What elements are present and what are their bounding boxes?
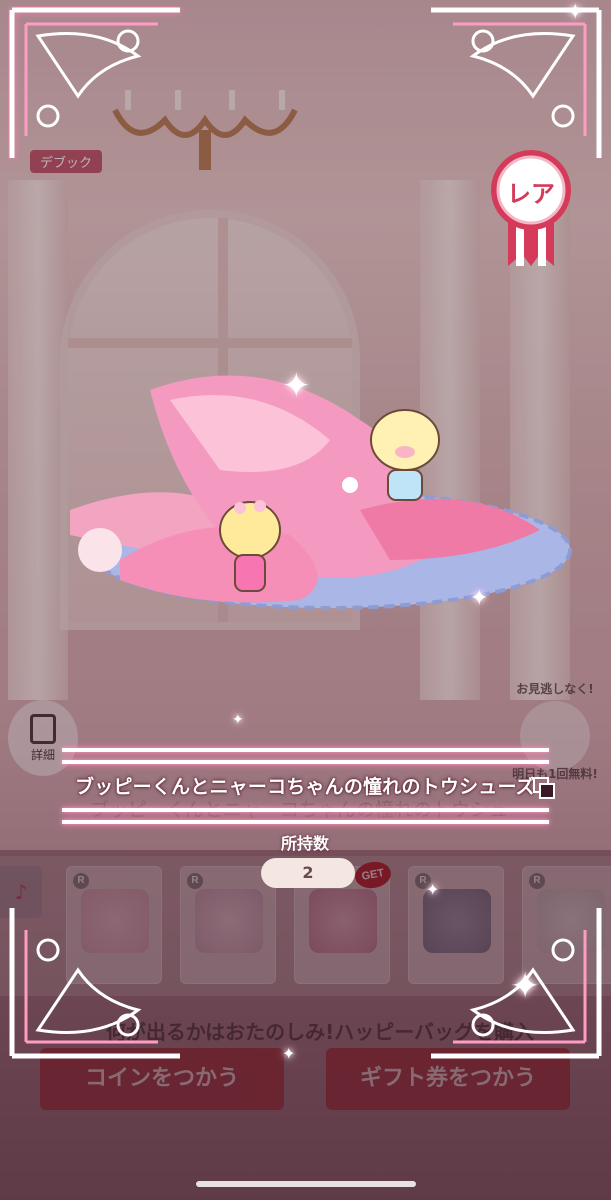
item-name-title: ブッピーくんとニャーコちゃんの憧れのトウシューズ bbox=[75, 776, 535, 798]
corner-frame-decoration bbox=[9, 7, 180, 158]
owned-count-value: 2 bbox=[261, 858, 355, 888]
sparkle-icon: ✦ bbox=[282, 1044, 296, 1063]
sparkle-icon: ✦ bbox=[232, 712, 244, 728]
pointe-shoes-item-image bbox=[70, 375, 572, 610]
sparkle-icon: ✦ bbox=[470, 586, 489, 611]
copy-icon[interactable] bbox=[532, 776, 556, 800]
corner-frame-decoration bbox=[9, 908, 180, 1059]
sparkle-icon: ✦ bbox=[282, 366, 311, 406]
owned-count-label: 所持数 bbox=[280, 834, 329, 853]
home-indicator[interactable] bbox=[196, 1181, 416, 1187]
rarity-label: レア bbox=[507, 180, 555, 208]
corner-frame-decoration bbox=[431, 7, 602, 158]
sparkle-icon: ✦ bbox=[426, 880, 440, 899]
corner-frame-decoration bbox=[431, 908, 602, 1059]
